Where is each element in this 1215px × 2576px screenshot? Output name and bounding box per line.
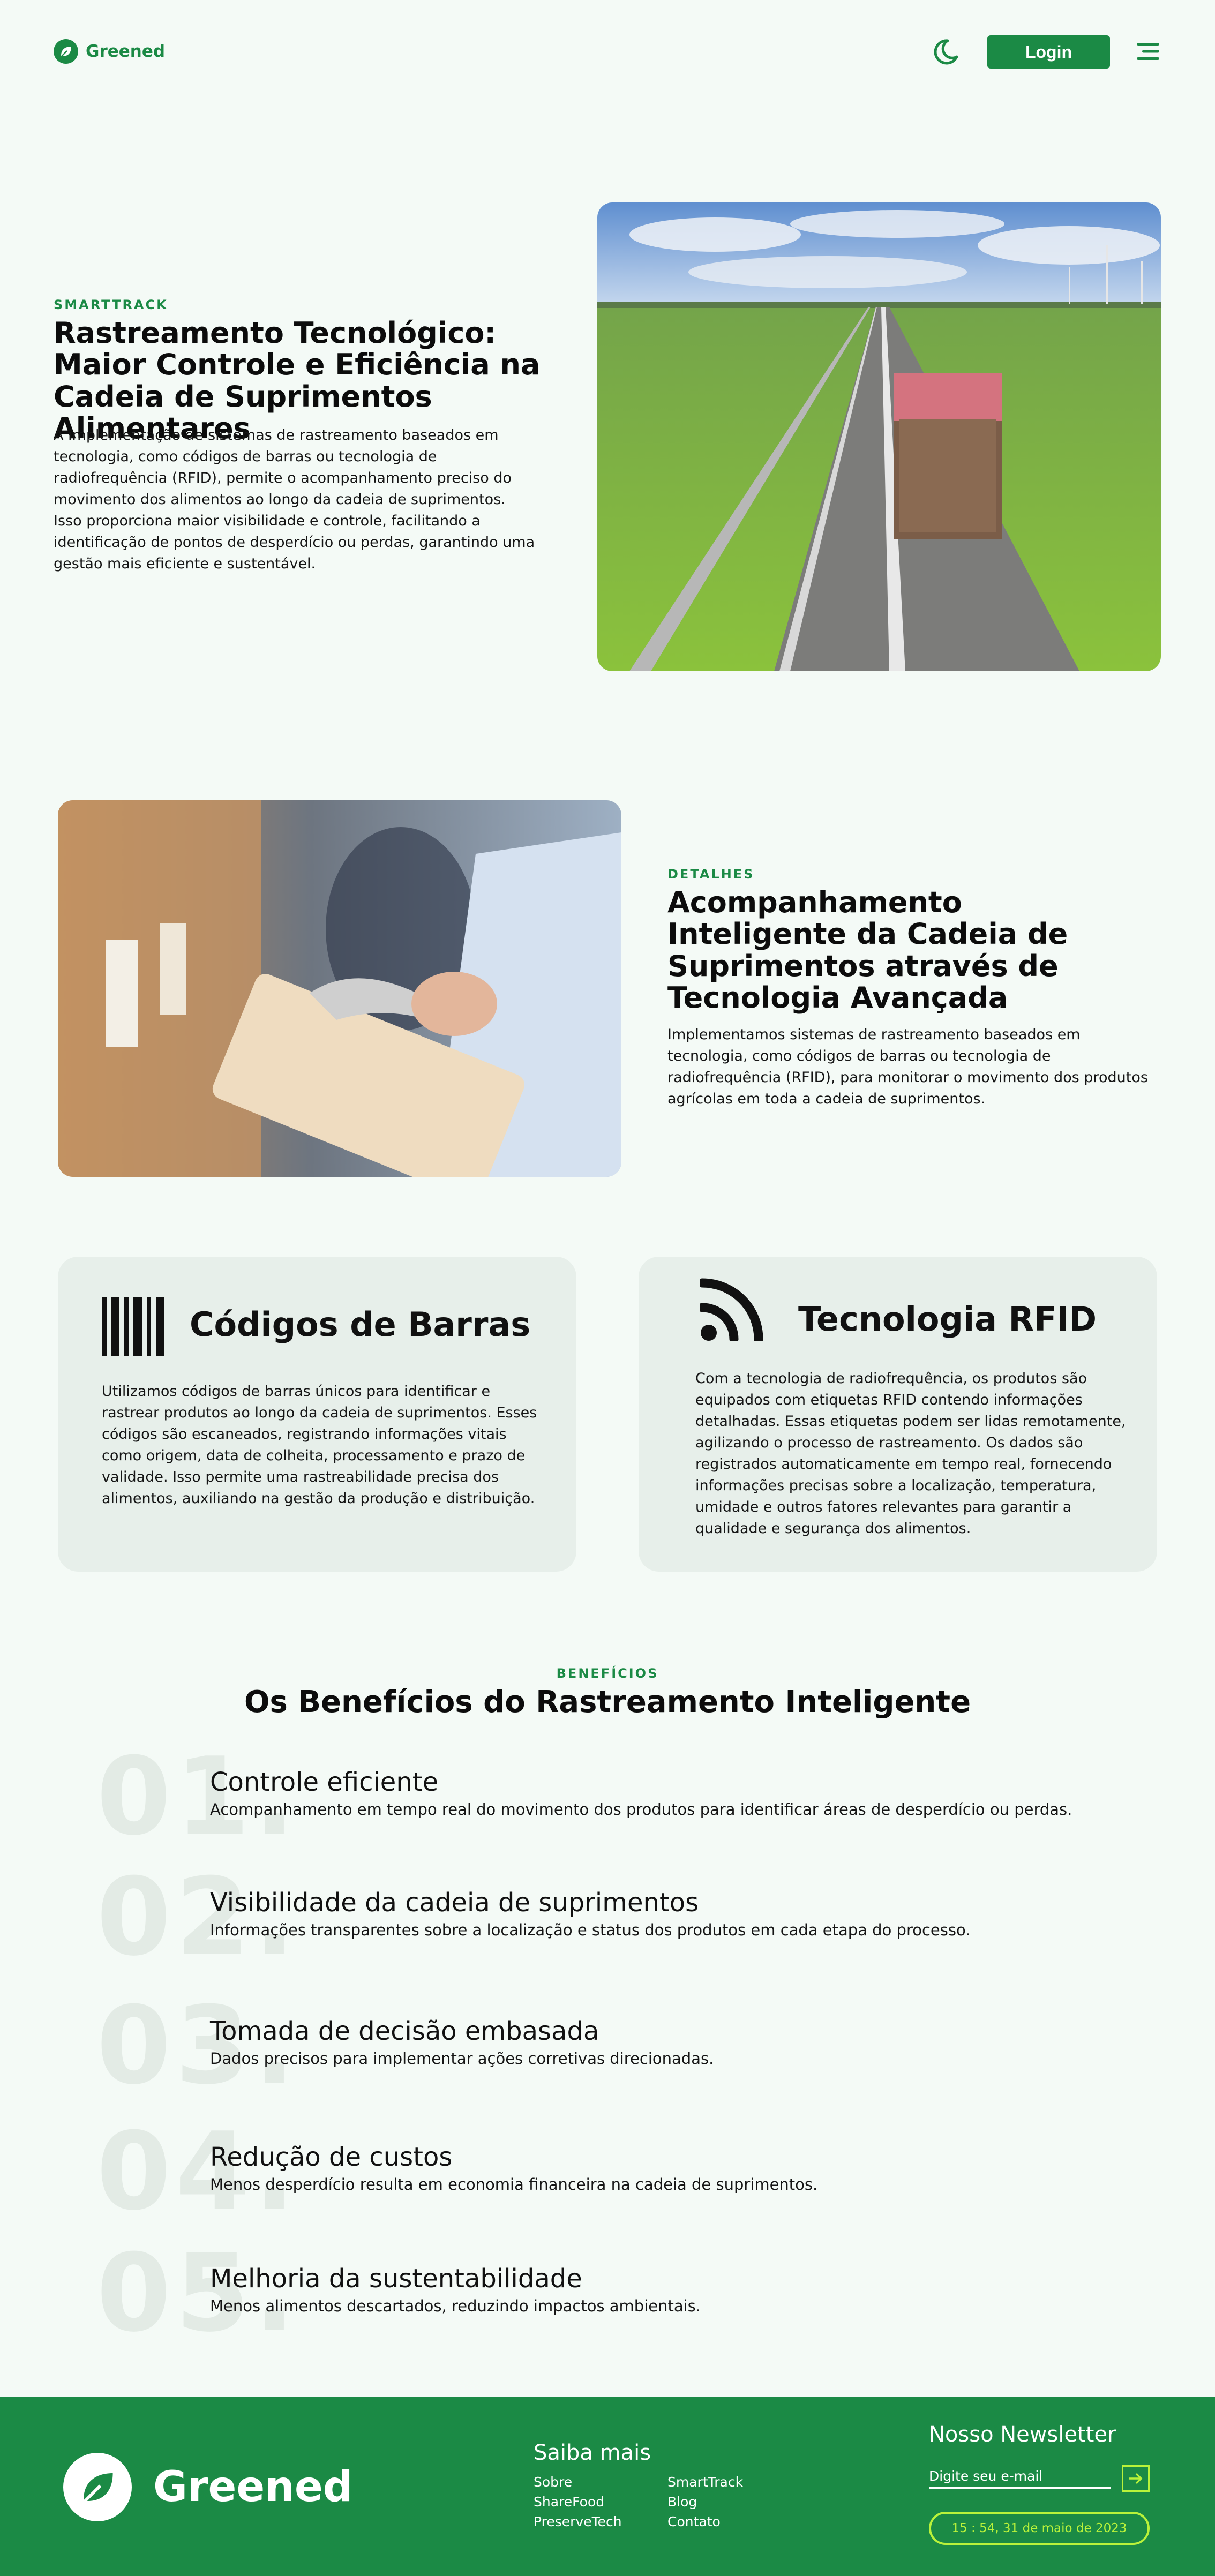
benefit-text: Menos desperdício resulta em economia fi… — [210, 2175, 818, 2194]
benefit-title: Tomada de decisão embasada — [210, 2016, 599, 2046]
newsletter-submit-button[interactable] — [1122, 2465, 1150, 2492]
benefit-title: Visibilidade da cadeia de suprimentos — [210, 1888, 699, 1918]
footer-link-sharefood[interactable]: ShareFood — [534, 2494, 668, 2510]
benefit-text: Menos alimentos descartados, reduzindo i… — [210, 2297, 701, 2315]
benefit-text: Acompanhamento em tempo real do moviment… — [210, 1800, 1072, 1819]
section-text: Implementamos sistemas de rastreamento b… — [668, 1026, 1148, 1107]
rfid-card: Tecnologia RFID Com a tecnologia de radi… — [639, 1257, 1157, 1572]
section-kicker: BENEFÍCIOS — [556, 1666, 659, 1681]
barcode-card: Códigos de Barras Utilizamos códigos de … — [58, 1257, 576, 1572]
section-kicker: DETALHES — [668, 867, 755, 882]
card-title: Tecnologia RFID — [798, 1300, 1097, 1339]
login-button[interactable]: Login — [987, 35, 1110, 69]
footer-link-sobre[interactable]: Sobre — [534, 2474, 668, 2490]
site-footer: Greened Saiba mais Sobre SmartTrack Shar… — [0, 2397, 1215, 2576]
benefit-item: 02. Visibilidade da cadeia de suprimento… — [96, 1864, 1157, 1971]
menu-icon[interactable] — [1137, 42, 1159, 61]
datetime-badge: 15 : 54, 31 de maio de 2023 — [929, 2512, 1150, 2545]
arrow-right-icon — [1129, 2473, 1143, 2484]
section-kicker: SMARTTRACK — [54, 297, 168, 312]
benefit-item: 01. Controle eficiente Acompanhamento em… — [96, 1744, 1157, 1851]
brand-name: Greened — [86, 42, 166, 61]
benefit-title: Controle eficiente — [210, 1767, 439, 1797]
benefit-number: 05. — [96, 2231, 299, 2356]
leaf-icon — [54, 39, 78, 64]
card-title: Códigos de Barras — [190, 1305, 531, 1344]
brand-logo-link[interactable]: Greened — [54, 39, 165, 64]
benefit-item: 05. Melhoria da sustentabilidade Menos a… — [96, 2240, 1157, 2347]
card-text: Com a tecnologia de radiofrequência, os … — [695, 1370, 1126, 1537]
benefit-title: Melhoria da sustentabilidade — [210, 2264, 582, 2294]
benefit-title: Redução de custos — [210, 2142, 453, 2172]
benefit-number: 02. — [96, 1855, 299, 1980]
benefit-item: 04. Redução de custos Menos desperdício … — [96, 2119, 1157, 2226]
benefit-text: Informações transparentes sobre a locali… — [210, 1921, 971, 1939]
footer-link-smarttrack[interactable]: SmartTrack — [668, 2474, 801, 2490]
footer-links: Sobre SmartTrack ShareFood Blog Preserve… — [534, 2474, 801, 2529]
benefit-number: 04. — [96, 2109, 299, 2234]
footer-link-preservetech[interactable]: PreserveTech — [534, 2514, 668, 2529]
section-title: Acompanhamento Inteligente da Cadeia de … — [668, 885, 1068, 1015]
benefit-text: Dados precisos para implementar ações co… — [210, 2049, 714, 2068]
footer-logo[interactable]: Greened — [63, 2453, 353, 2521]
barcode-icon — [102, 1297, 169, 1358]
benefit-number: 03. — [96, 1984, 299, 2108]
rss-icon — [698, 1278, 763, 1344]
leaf-icon — [63, 2453, 132, 2521]
benefit-item: 03. Tomada de decisão embasada Dados pre… — [96, 1993, 1157, 2100]
footer-link-contato[interactable]: Contato — [668, 2514, 801, 2529]
newsletter-title: Nosso Newsletter — [929, 2422, 1116, 2447]
barcode-scanner-image — [58, 800, 621, 1177]
benefit-number: 01. — [96, 1734, 299, 1859]
section-text: A implementação de sistemas de rastreame… — [54, 427, 535, 572]
newsletter-email-input[interactable] — [929, 2465, 1111, 2489]
footer-links-title: Saiba mais — [534, 2440, 651, 2465]
truck-road-image — [597, 202, 1161, 671]
card-text: Utilizamos códigos de barras únicos para… — [102, 1383, 537, 1507]
footer-link-blog[interactable]: Blog — [668, 2494, 801, 2510]
section-title: Os Benefícios do Rastreamento Inteligent… — [244, 1685, 971, 1719]
footer-brand-name: Greened — [153, 2463, 353, 2511]
moon-icon[interactable] — [933, 39, 959, 65]
